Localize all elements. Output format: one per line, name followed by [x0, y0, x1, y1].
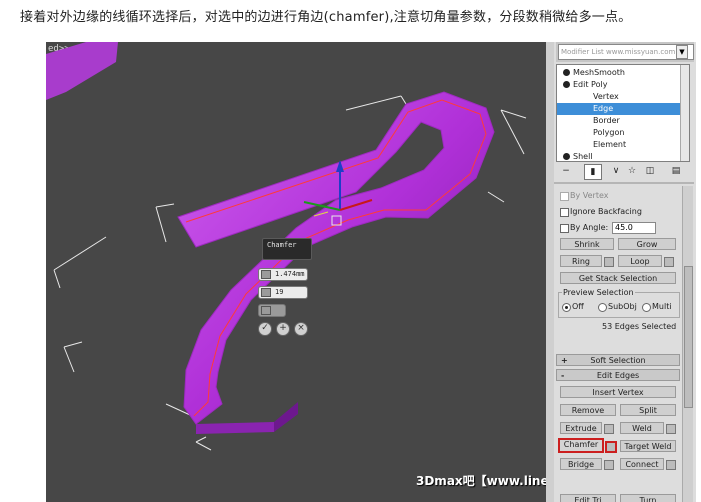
panel-scroll-thumb[interactable]	[684, 266, 693, 408]
plus-icon[interactable]: +	[276, 322, 290, 336]
preview-multi-label: Multi	[652, 302, 672, 311]
ignore-backfacing-label: Ignore Backfacing	[570, 207, 642, 216]
bridge-button[interactable]: Bridge	[560, 458, 602, 470]
ring-spinner[interactable]	[604, 257, 614, 267]
target-weld-button[interactable]: Target Weld	[620, 440, 676, 452]
stack-toolbar: − ▮ ∨ ☆ ◫ ▤	[556, 164, 694, 180]
stack-scrollbar[interactable]	[680, 65, 689, 161]
modifier-list-watermark: www.missyuan.com	[606, 48, 676, 56]
display-icon[interactable]: ▤	[668, 164, 684, 178]
preview-off-label: Off	[572, 302, 584, 311]
angle-spinner[interactable]: 45.0	[612, 222, 656, 234]
chamfer-caddy-title: Chamfer	[262, 238, 312, 260]
stack-item-element[interactable]: Element	[557, 139, 689, 151]
weld-button[interactable]: Weld	[620, 422, 664, 434]
connect-settings-icon[interactable]	[666, 460, 676, 470]
x-icon[interactable]: ×	[294, 322, 308, 336]
lightbulb-icon[interactable]	[563, 81, 570, 88]
connect-button[interactable]: Connect	[620, 458, 664, 470]
panel-divider	[554, 182, 694, 184]
stack-item-edge[interactable]: Edge	[557, 103, 689, 115]
ignore-backfacing-checkbox[interactable]	[560, 208, 569, 217]
stack-item-shell[interactable]: Shell	[557, 151, 685, 161]
remove-modifier-icon[interactable]: ☆	[624, 164, 640, 178]
pin-stack-icon[interactable]: −	[558, 164, 574, 178]
lightbulb-icon[interactable]	[563, 69, 570, 76]
by-vertex-checkbox[interactable]	[560, 192, 569, 201]
modifier-list-dropdown[interactable]: Modifier List www.missyuan.com	[558, 44, 694, 60]
stack-item-border[interactable]: Border	[557, 115, 689, 127]
stack-item-meshsmooth[interactable]: MeshSmooth	[557, 67, 685, 79]
preview-subobj-label: SubObj	[608, 302, 637, 311]
chamfer-amount-icon	[261, 270, 271, 279]
grow-button[interactable]: Grow	[618, 238, 676, 250]
make-unique-icon[interactable]: ∨	[608, 164, 624, 178]
extrude-button[interactable]: Extrude	[560, 422, 602, 434]
3dsmax-window: ed>> Chamfer 1.474mm 19 ✓ + × 3Dmax吧【www…	[46, 42, 696, 502]
chamfer-segments-icon	[261, 288, 271, 297]
command-panel: Modifier List www.missyuan.com ▼ MeshSmo…	[554, 42, 696, 502]
viewport-border	[546, 42, 554, 502]
preview-selection-label: Preview Selection	[562, 288, 635, 297]
chamfer-open-icon	[261, 306, 271, 315]
preview-off-radio[interactable]	[562, 303, 571, 312]
modifier-list-row: Modifier List www.missyuan.com ▼	[556, 42, 694, 62]
chamfer-amount-value: 1.474mm	[275, 270, 305, 278]
background-object	[46, 42, 118, 100]
lightbulb-icon[interactable]	[563, 153, 570, 160]
show-end-result-icon[interactable]: ▮	[584, 164, 602, 180]
get-stack-selection-button[interactable]: Get Stack Selection	[560, 272, 676, 284]
shrink-button[interactable]: Shrink	[560, 238, 614, 250]
rollout-minus-icon: -	[561, 371, 565, 380]
soft-selection-rollout[interactable]: + Soft Selection	[556, 354, 680, 366]
bridge-settings-icon[interactable]	[604, 460, 614, 470]
chamfer-open-toggle[interactable]	[258, 304, 286, 317]
preview-subobj-radio[interactable]	[598, 303, 607, 312]
panel-scrollbar[interactable]	[682, 186, 693, 502]
edit-tri-button[interactable]: Edit Tri	[560, 494, 616, 502]
turn-button[interactable]: Turn	[620, 494, 676, 502]
loop-spinner[interactable]	[664, 257, 674, 267]
modifier-list-label: Modifier List	[561, 48, 604, 56]
stack-item-edit-poly[interactable]: Edit Poly	[557, 79, 685, 91]
extrude-settings-icon[interactable]	[604, 424, 614, 434]
remove-button[interactable]: Remove	[560, 404, 616, 416]
watermark-text: 3Dmax吧【www.lineCG.com/tieba/1771】	[416, 474, 546, 488]
split-button[interactable]: Split	[620, 404, 676, 416]
chevron-down-icon[interactable]: ▼	[676, 45, 688, 59]
perspective-viewport[interactable]: ed>> Chamfer 1.474mm 19 ✓ + × 3Dmax吧【www…	[46, 42, 546, 502]
stack-item-vertex[interactable]: Vertex	[557, 91, 689, 103]
configure-sets-icon[interactable]: ◫	[642, 164, 658, 178]
edit-edges-rollout[interactable]: - Edit Edges	[556, 369, 680, 381]
chamfer-segments-value: 19	[275, 288, 284, 296]
insert-vertex-button[interactable]: Insert Vertex	[560, 386, 676, 398]
weld-settings-icon[interactable]	[666, 424, 676, 434]
chamfer-amount-field[interactable]: 1.474mm	[258, 268, 308, 281]
selected-object	[177, 91, 495, 425]
ring-button[interactable]: Ring	[560, 255, 602, 267]
selection-status: 53 Edges Selected	[602, 322, 677, 331]
by-vertex-label: By Vertex	[570, 191, 609, 200]
caption-text: 接着对外边缘的线循环选择后，对选中的边进行角边(chamfer),注意切角量参数…	[20, 10, 632, 25]
preview-multi-radio[interactable]	[642, 303, 651, 312]
modifier-stack[interactable]: MeshSmooth Edit Poly Vertex Edge Border …	[556, 64, 690, 162]
by-angle-label: By Angle:	[570, 223, 609, 232]
by-angle-checkbox[interactable]	[560, 224, 569, 233]
selected-edge-loop	[185, 99, 487, 417]
chamfer-segments-field[interactable]: 19	[258, 286, 308, 299]
check-icon[interactable]: ✓	[258, 322, 272, 336]
stack-item-polygon[interactable]: Polygon	[557, 127, 689, 139]
chamfer-settings-icon[interactable]	[605, 441, 617, 453]
loop-button[interactable]: Loop	[618, 255, 662, 267]
rollout-plus-icon: +	[561, 356, 568, 365]
chamfer-button[interactable]: Chamfer	[558, 438, 604, 453]
